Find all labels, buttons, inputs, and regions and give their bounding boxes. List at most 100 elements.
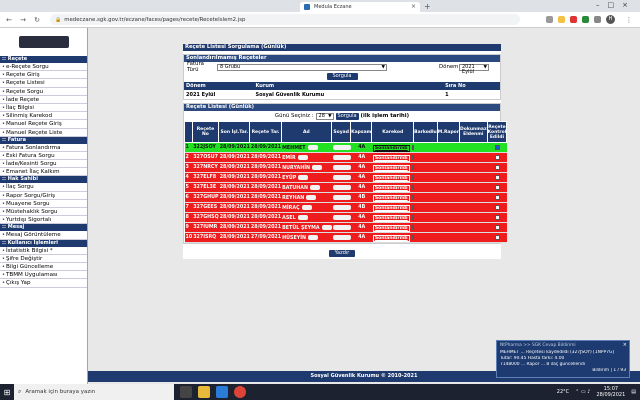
kontrol-checkbox[interactable] [494,194,500,200]
sidebar-item[interactable]: •Reçete Sorgu [0,88,87,96]
table-row[interactable]: 2 327OSU7 28/09/2021 28/09/2021 EMİR 4A Sonlan… [184,152,507,163]
sidebar-item[interactable]: •Yurtdışı Sigortalı [0,216,87,225]
bullet-icon: • [2,263,5,270]
sidebar-item[interactable]: •Rapor Sorgu/Giriş [0,192,87,200]
sidebar-item[interactable]: •TBMM Uygulaması [0,271,87,280]
table-row[interactable]: 3 327NRCY 28/09/2021 28/09/2021 NURYAHİN 4A So… [184,162,507,173]
menu-icon[interactable]: ⋮ [624,16,634,24]
karekod-link[interactable]: Sonlandırıldı [372,164,410,172]
table-row[interactable]: 4 327ELF8 28/09/2021 28/09/2021 EYÜP 4A Sonlan… [184,172,507,183]
karekod-link[interactable]: Sonlandırıldı [372,194,410,202]
table-row[interactable]: 9 327IUMR 28/09/2021 28/09/2021 BETÜL ŞEYMA 4… [184,222,507,233]
sidebar-item[interactable]: •Şifre Değiştir [0,255,87,263]
donem-select[interactable]: 2021 Eylül ▼ [459,63,489,74]
period-table-header: Dönem Kurum Sıra No [184,82,500,90]
back-icon[interactable]: ← [4,16,14,24]
sidebar-item[interactable]: •Muayene Sorgu [0,200,87,208]
karekod-link[interactable]: Sonlandırıldı [372,204,410,212]
sidebar-item[interactable]: •Manuel Reçete Giriş [0,120,87,129]
karekod-marker-icon [411,184,414,190]
sidebar-item[interactable]: •Emanet İlaç Kalkım [0,168,87,177]
kontrol-checkbox[interactable] [494,204,500,210]
sidebar-item[interactable]: •İade Reçete [0,96,87,104]
sidebar-item[interactable]: •Reçete Listesi [0,79,87,88]
window-controls[interactable]: –□× [596,1,636,9]
edge-icon[interactable] [216,386,228,398]
key-icon[interactable] [546,16,553,23]
table-row[interactable]: 7 327GEES 28/09/2021 28/09/2021 MİRAÇ 4B Sonla… [184,202,507,213]
address-bar[interactable]: 🔒 medeczane.sgk.gov.tr/eczane/faces/page… [50,14,520,25]
karekod-link[interactable]: Sonlandırıldı [372,214,410,222]
pdf-extension-icon[interactable] [570,16,577,23]
fatura-select[interactable]: 8 Grubu ▼ [217,63,387,71]
sidebar-item[interactable]: •Bilgi Güncelleme [0,263,87,272]
puzzle-icon[interactable] [594,16,601,23]
sidebar-item[interactable]: •İstatistik Bilgisi * [0,247,87,255]
cell-text: 28/09/2021 [219,185,250,190]
table-row[interactable]: 1 322JSOY 28/09/2021 28/09/2021 MEHMET 4A Sonl… [184,142,507,153]
gun-select[interactable]: 28 ▼ [315,112,334,120]
kontrol-checkbox[interactable] [494,174,500,180]
clock[interactable]: 15:07 28/09/2021 [596,386,625,398]
karekod-link[interactable]: Sonlandırıldı [372,184,410,192]
sidebar-item[interactable]: •İlaç Sorgu [0,183,87,192]
forward-icon[interactable]: → [18,16,28,24]
table-row[interactable]: 10 327ISRQ 28/09/2021 27/09/2021 HÜSEYİN 4A So… [184,232,507,243]
table-header-cell: Barkodlu [413,121,438,143]
browser-tab[interactable]: Medula Eczane × [300,2,420,12]
sidebar-item[interactable]: •Eski Fatura Sorgu [0,152,87,161]
new-tab-icon[interactable]: + [424,2,431,11]
kontrol-checkbox[interactable] [494,234,500,240]
taskbar-search[interactable]: ⌕ Aramak için buraya yazın [14,384,174,400]
sidebar-item[interactable]: •İade/Kesinti Sorgu [0,160,87,169]
file-explorer-icon[interactable] [198,386,210,398]
karekod-link[interactable]: Sonlandırıldı [372,154,410,162]
redacted-name [312,164,323,170]
star-icon[interactable] [558,16,565,23]
kontrol-checkbox[interactable] [494,164,500,170]
sidebar-item[interactable]: •Manuel Reçete Liste [0,129,87,137]
sidebar-item[interactable]: •Silinmiş Karekod [0,112,87,121]
notification-center-icon[interactable]: ▤ [631,389,636,395]
sorgula-button[interactable]: Sorgula [326,73,358,80]
notification-popup[interactable]: × NtPharma >> SGK Cevap Bildirimi MEHMET… [496,340,630,378]
chrome-icon[interactable] [234,386,246,398]
sidebar-item[interactable]: •Fatura Sonlandırma [0,144,87,152]
table-row[interactable]: 5 327EL3E 28/09/2021 28/09/2021 BATUHAN 4A Son… [184,182,507,193]
sidebar-item[interactable]: •Reçete Giriş [0,71,87,80]
table-row[interactable]: 6 327GHUP 28/09/2021 28/09/2021 REYHAN 4B Sonl… [184,192,507,203]
shield-extension-icon[interactable] [582,16,589,23]
table-cell: 4A [350,162,372,173]
task-view-icon[interactable] [180,386,192,398]
sidebar-item[interactable]: •Çıkış Yap [0,279,87,288]
bullet-icon: • [2,255,5,262]
kontrol-checkbox[interactable] [494,224,500,230]
kontrol-checkbox[interactable] [494,154,500,160]
gun-value: 28 [318,112,325,119]
table-cell: 4B [350,192,372,203]
yazdir-button[interactable]: Yazdır [328,250,356,257]
table-row[interactable]: 8 327GHSQ 28/09/2021 28/09/2021 ASEL 4A Sonlan… [184,212,507,223]
sidebar-item[interactable]: •Müstehaklık Sorgu [0,208,87,217]
period-table-row[interactable]: 2021 Eylül Sosyal Güvenlik Kurumu 1 [184,90,500,99]
karekod-link[interactable]: Sonlandırıldı [372,234,410,242]
logo [0,28,87,56]
weather-text[interactable]: 22°C [557,389,569,395]
profile-avatar[interactable]: H [606,15,615,24]
gun-sorgula-button[interactable]: Sorgula [335,112,359,120]
sidebar-item[interactable]: •e-Reçete Sorgu [0,63,87,72]
windows-start-icon[interactable]: ⊞ [0,388,14,397]
karekod-link[interactable]: Sonlandırıldı [372,144,410,152]
karekod-link[interactable]: Sonlandırıldı [372,224,410,232]
reload-icon[interactable]: ↻ [32,16,42,24]
kontrol-checkbox[interactable] [494,144,500,150]
karekod-link[interactable]: Sonlandırıldı [372,174,410,182]
kontrol-checkbox[interactable] [494,214,500,220]
tray-icons[interactable]: ⌃ ▭ ♪ [575,389,590,395]
close-tab-icon[interactable]: × [411,3,416,10]
kontrol-checkbox[interactable] [494,184,500,190]
sidebar-item[interactable]: •İlaç Bilgisi [0,104,87,113]
sidebar-item[interactable]: •Mesaj Görüntüleme [0,231,87,240]
cell-text: 28/09/2021 [219,225,250,230]
close-icon[interactable]: × [623,342,627,348]
